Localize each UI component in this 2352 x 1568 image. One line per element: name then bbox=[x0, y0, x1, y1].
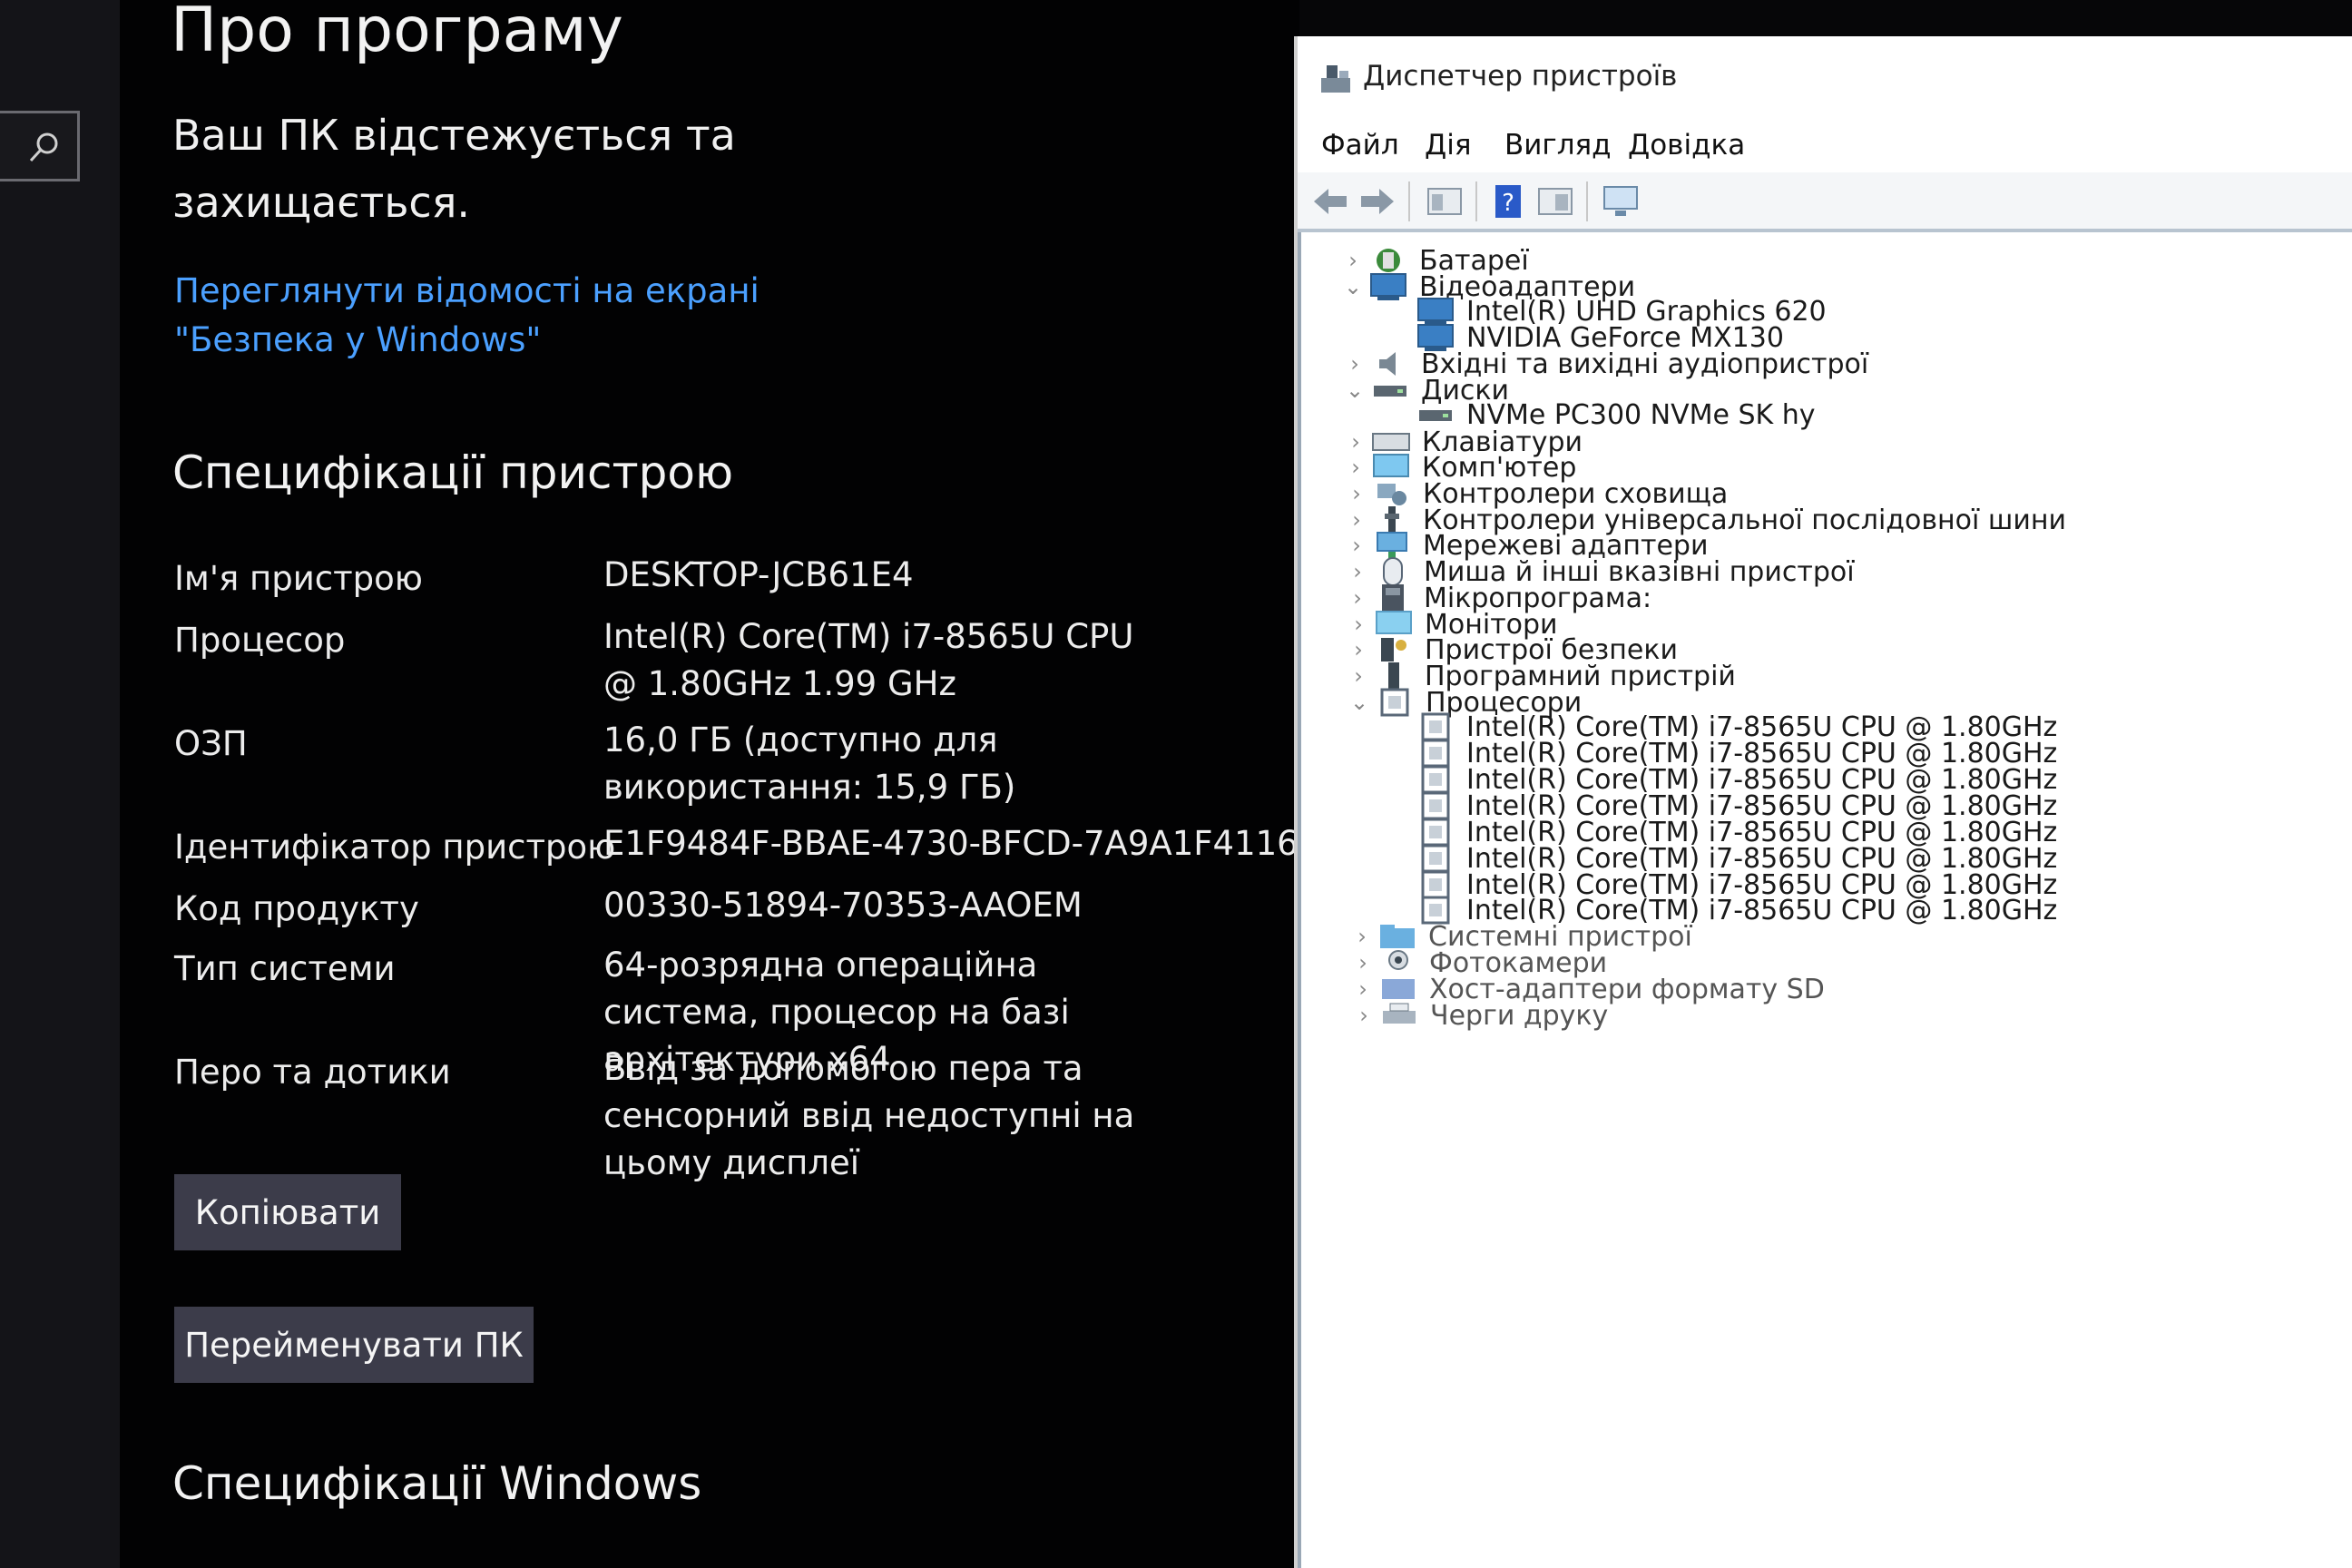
spec-value: E1F9484F-BBAE-4730-BFCD-7A9A1F411612 bbox=[603, 824, 1341, 863]
menu-bar: Файл Дія Вигляд Довідка bbox=[1298, 118, 2352, 172]
rename-pc-button[interactable]: Перейменувати ПК bbox=[174, 1307, 534, 1383]
spec-value: DESKTOP-JCB61E4 bbox=[603, 555, 914, 594]
photo-of-screen: Про програму Ваш ПК відстежується та зах… bbox=[0, 0, 2352, 1568]
printer-icon bbox=[1379, 1000, 1419, 1031]
spec-value: Ввід за допомогою пера та сенсорний ввід… bbox=[603, 1049, 1135, 1182]
spec-value: Intel(R) Core(TM) i7-8565U CPU @ 1.80GHz… bbox=[603, 617, 1134, 703]
search-icon bbox=[29, 132, 58, 162]
title-bar[interactable]: Диспетчер пристроїв bbox=[1298, 36, 2352, 118]
chevron-down-icon[interactable]: ⌄ bbox=[1339, 377, 1370, 403]
device-manager-icon bbox=[1321, 65, 1350, 93]
spec-label: Тип системи bbox=[174, 949, 396, 988]
menu-action[interactable]: Дія bbox=[1425, 129, 1471, 162]
menu-file[interactable]: Файл bbox=[1321, 129, 1399, 162]
chevron-down-icon[interactable]: ⌄ bbox=[1338, 274, 1368, 299]
spec-label: Ідентифікатор пристрою bbox=[174, 828, 616, 867]
page-title: Про програму bbox=[171, 0, 623, 66]
forward-arrow-icon[interactable] bbox=[1357, 183, 1397, 220]
spec-value: 16,0 ГБ (доступно для використання: 15,9… bbox=[603, 720, 1016, 807]
spec-value: 00330-51894-70353-AAOEM bbox=[603, 886, 1083, 925]
spec-label: Код продукту bbox=[174, 889, 419, 928]
device-manager-window: Диспетчер пристроїв Файл Дія Вигляд Дові… bbox=[1294, 36, 2352, 1568]
properties-icon[interactable] bbox=[1425, 183, 1465, 220]
chevron-right-icon[interactable]: › bbox=[1348, 1003, 1379, 1028]
spec-label: Перо та дотики bbox=[174, 1053, 451, 1092]
view-details-icon[interactable] bbox=[1535, 183, 1575, 220]
device-specs-heading: Специфікації пристрою bbox=[172, 446, 734, 499]
security-details-link[interactable]: Переглянути відомості на екрані "Безпека… bbox=[174, 267, 900, 365]
settings-nav-strip bbox=[0, 0, 120, 1568]
window-title: Диспетчер пристроїв bbox=[1363, 60, 1678, 93]
settings-about-page: Про програму Ваш ПК відстежується та зах… bbox=[120, 0, 1341, 1568]
spec-label: ОЗП bbox=[174, 724, 248, 763]
spec-label: Ім'я пристрою bbox=[174, 559, 423, 598]
tree-item-label: Черги друку bbox=[1430, 999, 1609, 1032]
scan-hardware-icon[interactable] bbox=[1601, 183, 1641, 220]
search-button[interactable] bbox=[0, 111, 80, 181]
svg-text:?: ? bbox=[1502, 190, 1514, 217]
copy-button[interactable]: Копіювати bbox=[174, 1174, 401, 1250]
spec-label: Процесор bbox=[174, 621, 346, 660]
windows-specs-heading: Специфікації Windows bbox=[172, 1457, 702, 1510]
menu-help[interactable]: Довідка bbox=[1628, 129, 1745, 162]
help-icon[interactable]: ? bbox=[1488, 183, 1528, 220]
chevron-down-icon[interactable]: ⌄ bbox=[1344, 690, 1375, 715]
toolbar: ? bbox=[1298, 172, 2352, 232]
tree-category[interactable]: › Черги друку bbox=[1348, 995, 1608, 1036]
protection-status: Ваш ПК відстежується та захищається. bbox=[172, 111, 736, 227]
menu-view[interactable]: Вигляд bbox=[1504, 129, 1612, 162]
back-arrow-icon[interactable] bbox=[1310, 183, 1350, 220]
device-tree: › Батареї ⌄ Відеоадаптери Intel(R) UHD Graph… bbox=[1298, 232, 2352, 1568]
